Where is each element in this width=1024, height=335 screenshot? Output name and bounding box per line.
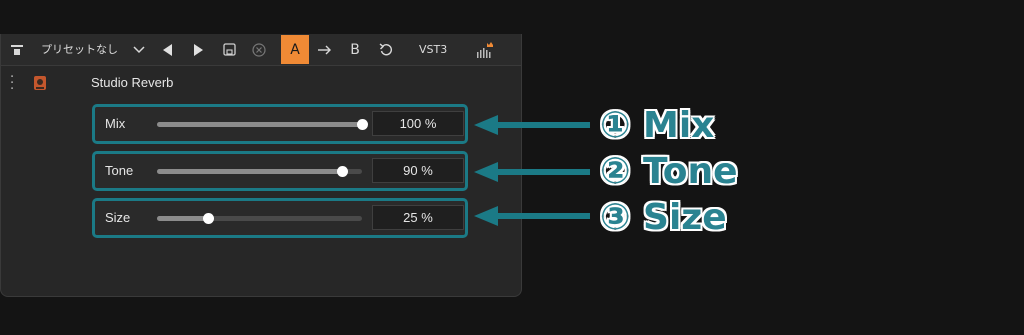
- meter-icon[interactable]: [475, 34, 495, 65]
- callout-label-mix: ① Mix: [600, 105, 715, 146]
- undo-icon[interactable]: [378, 34, 394, 65]
- slider-knob[interactable]: [203, 213, 215, 224]
- next-preset-icon[interactable]: [191, 34, 205, 65]
- callout-arrow-tone-icon: [474, 162, 590, 182]
- plugin-icon: [31, 74, 49, 92]
- param-label-tone: Tone: [105, 163, 134, 178]
- value-field-tone[interactable]: 90 %: [372, 158, 464, 183]
- save-icon[interactable]: [221, 34, 237, 65]
- bypass-icon[interactable]: [9, 34, 25, 65]
- slider-fill: [157, 122, 362, 127]
- slider-mix[interactable]: [157, 119, 368, 130]
- slider-knob[interactable]: [357, 119, 368, 130]
- plugin-toolbar: プリセットなし A B VST3: [1, 34, 521, 66]
- copy-a-to-b-arrow-icon[interactable]: [317, 34, 333, 65]
- slider-fill: [157, 169, 342, 174]
- chevron-down-icon[interactable]: [131, 34, 147, 65]
- callout-label-size: ③ Size: [600, 197, 727, 238]
- plugin-title: Studio Reverb: [91, 75, 174, 90]
- slider-knob[interactable]: [336, 166, 348, 177]
- param-label-mix: Mix: [105, 116, 126, 131]
- param-label-size: Size: [105, 210, 131, 225]
- slider-fill: [157, 216, 209, 221]
- more-options-icon[interactable]: · · ·: [10, 71, 14, 96]
- param-row-mix: Mix 100 %: [92, 104, 468, 144]
- param-row-tone: Tone 90 %: [92, 151, 468, 191]
- plugin-format-label: VST3: [419, 43, 448, 56]
- clear-preset-icon[interactable]: [251, 34, 267, 65]
- callout-label-tone: ② Tone: [600, 151, 738, 192]
- value-field-mix[interactable]: 100 %: [372, 111, 464, 136]
- param-row-size: Size 25 %: [92, 198, 468, 238]
- callout-arrow-mix-icon: [474, 115, 590, 135]
- callout-arrow-size-icon: [474, 206, 590, 226]
- previous-preset-icon[interactable]: [161, 34, 175, 65]
- preset-name[interactable]: プリセットなし: [41, 34, 118, 65]
- slider-tone[interactable]: [157, 166, 362, 177]
- ab-button-a[interactable]: A: [281, 35, 309, 64]
- slider-size[interactable]: [157, 213, 362, 224]
- value-field-size[interactable]: 25 %: [372, 205, 464, 230]
- ab-button-b[interactable]: B: [347, 34, 363, 65]
